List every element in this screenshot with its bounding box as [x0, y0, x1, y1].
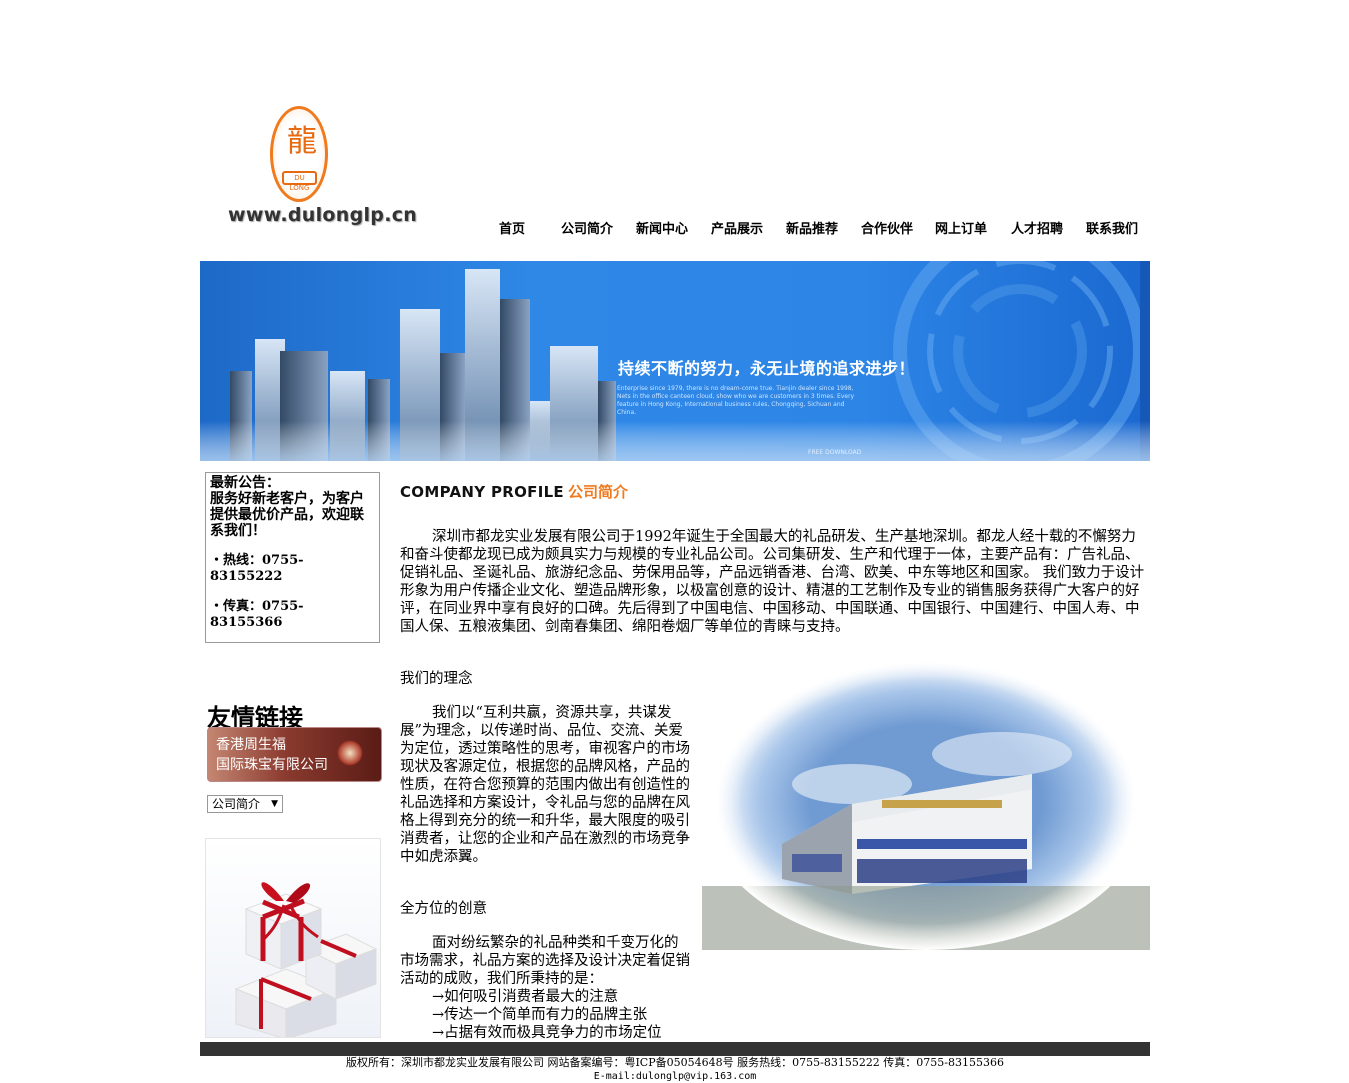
page-select-dropdown[interactable]: 公司简介 ▼ — [207, 795, 283, 813]
dragon-glyph: 龍 — [287, 124, 317, 159]
hotline-text: ・热线：0755-83155222 — [210, 553, 304, 584]
footer-copyright: 版权所有：深圳市都龙实业发展有限公司 网站备案编号：粤ICP备05054648号… — [345, 1056, 1005, 1069]
footer-bar — [200, 1042, 1150, 1056]
emblem-text: DU LONG — [282, 171, 317, 192]
partner-name-line2: 国际珠宝有限公司 — [216, 757, 328, 773]
section-title-en: COMPANY PROFILE — [400, 483, 564, 501]
notice-message: 服务好新老客户，为客户提供最优价产品，欢迎联系我们！ — [210, 491, 364, 539]
notice-title: 最新公告： — [210, 475, 280, 491]
site-url: www.dulonglp.cn — [228, 204, 418, 226]
jewelry-partner-link[interactable]: 香港周生福 国际珠宝有限公司 — [207, 727, 382, 782]
nav-partners[interactable]: 合作伙伴 — [861, 218, 913, 237]
banner-watermark: FREE DOWNLOAD — [808, 449, 862, 456]
nav-new-products[interactable]: 新品推荐 — [786, 218, 838, 237]
site-logo[interactable]: 龍 DU LONG www.dulonglp.cn — [222, 100, 417, 240]
nav-online-order[interactable]: 网上订单 — [935, 218, 987, 237]
chevron-down-icon: ▼ — [271, 799, 278, 809]
partner-name-line1: 香港周生福 — [216, 737, 286, 753]
banner-slogan: 持续不断的努力，永无止境的追求进步！ — [618, 359, 916, 378]
intro-paragraph: 深圳市都龙实业发展有限公司于1992年诞生于全国最大的礼品研发、生产基地深圳。都… — [400, 529, 1145, 635]
footer-email[interactable]: E-mail:dulonglp@vip.163.com — [200, 1071, 1150, 1083]
gift-boxes-image — [205, 838, 381, 1038]
section-title: COMPANY PROFILE 公司简介 — [400, 481, 628, 502]
creativity-bullets: →如何吸引消费者最大的注意 →传达一个简单而有力的品牌主张 →占据有效而极具竞争… — [432, 988, 662, 1042]
select-value: 公司简介 — [212, 797, 261, 811]
philosophy-heading: 我们的理念 — [400, 671, 473, 687]
creativity-heading: 全方位的创意 — [400, 901, 487, 917]
fax-text: ・传真：0755-83155366 — [210, 599, 304, 630]
nav-recruitment[interactable]: 人才招聘 — [1011, 218, 1063, 237]
list-item: →如何吸引消费者最大的注意 — [432, 989, 619, 1005]
dragon-emblem-icon: 龍 DU LONG — [270, 106, 328, 202]
list-item: →占据有效而极具竞争力的市场定位 — [432, 1025, 662, 1041]
jewel-icon — [337, 740, 363, 766]
main-nav: 首页 公司简介 新闻中心 产品展示 新品推荐 合作伙伴 网上订单 人才招聘 联系… — [475, 218, 1155, 238]
notice-box: 最新公告： 服务好新老客户，为客户提供最优价产品，欢迎联系我们！ ・热线：075… — [205, 472, 380, 643]
list-item: →传达一个简单而有力的品牌主张 — [432, 1007, 648, 1023]
nav-contact[interactable]: 联系我们 — [1086, 218, 1138, 237]
section-title-cn: 公司简介 — [567, 483, 628, 501]
banner-fine-print: Enterprise since 1979, there is no dream… — [617, 385, 855, 416]
company-building-image — [702, 654, 1150, 950]
nav-home[interactable]: 首页 — [499, 218, 525, 237]
nav-about[interactable]: 公司简介 — [561, 218, 613, 237]
nav-news[interactable]: 新闻中心 — [636, 218, 688, 237]
creativity-paragraph: 面对纷纭繁杂的礼品种类和千变万化的市场需求，礼品方案的选择及设计决定着促销活动的… — [400, 935, 690, 987]
nav-products[interactable]: 产品展示 — [711, 218, 763, 237]
philosophy-paragraph: 我们以“互利共赢，资源共享，共谋发展”为理念，以传递时尚、品位、交流、关爱为定位… — [400, 705, 690, 865]
hero-banner: 持续不断的努力，永无止境的追求进步！ Enterprise since 1979… — [200, 261, 1150, 461]
